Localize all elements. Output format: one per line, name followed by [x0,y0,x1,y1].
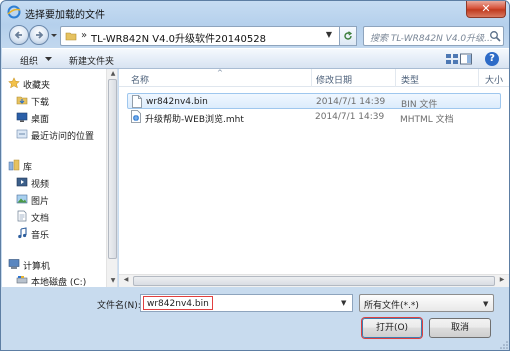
recent-locations-dropdown-icon[interactable] [50,31,58,39]
column-headers: ^ 名称 修改日期 类型 大小 [119,69,509,87]
title-bar[interactable]: 选择要加载的文件 ✕ [1,1,509,23]
refresh-icon [344,31,353,40]
filetype-value: 所有文件(*.*) [364,301,419,311]
column-header-date[interactable]: 修改日期 [316,73,352,86]
cancel-button[interactable]: 取消 [429,318,491,338]
music-icon [18,227,27,239]
breadcrumb-separator[interactable]: » [81,30,87,41]
close-button[interactable]: ✕ [466,1,506,18]
file-name: 升级帮助-WEB浏览.mht [145,115,244,125]
filename-input[interactable]: wr842nv4.bin ▼ [140,294,353,312]
nav-item-downloads[interactable]: 下载 [2,92,106,108]
recent-places-icon [16,129,28,139]
back-button[interactable] [9,25,29,45]
filename-label: 文件名(N): [97,301,141,311]
file-date: 2014/7/1 14:39 [316,97,386,107]
pictures-icon [16,194,28,204]
close-icon: ✕ [481,2,491,15]
nav-label: 收藏夹 [23,81,51,91]
nav-label: 计算机 [23,262,51,272]
column-header-type[interactable]: 类型 [401,73,419,86]
file-date: 2014/7/1 14:39 [315,112,385,122]
forward-button[interactable] [29,25,49,45]
command-toolbar: 组织 新建文件夹 ? [2,48,509,69]
nav-item-music[interactable]: 音乐 [2,225,106,241]
ie-icon [7,5,21,19]
filename-dropdown-icon[interactable]: ▼ [341,299,346,307]
column-divider[interactable] [395,69,396,87]
open-button[interactable]: 打开(O) [362,318,422,338]
nav-item-computer[interactable]: 计算机 [2,256,106,272]
scrollbar-thumb[interactable] [108,79,117,259]
navigation-pane: 收藏夹 下载 桌面 最近访问的位置 库 视频 图片 文档 音乐 计算机 本地磁盘… [2,69,118,287]
column-header-name[interactable]: 名称 [131,73,149,86]
nav-item-favorites[interactable]: 收藏夹 [2,75,106,91]
preview-pane-icon[interactable] [459,52,473,66]
search-icon[interactable] [489,30,501,42]
file-icon [132,95,142,108]
scroll-up-icon[interactable]: ▲ [109,70,117,78]
refresh-button[interactable] [339,26,357,46]
search-box[interactable]: 搜索 TL-WR842N V4.0升级... [363,26,504,46]
folder-icon [65,32,77,41]
filename-value[interactable]: wr842nv4.bin [143,296,213,310]
address-dropdown-icon[interactable]: ▼ [323,30,335,42]
nav-label: 视频 [31,180,50,190]
nav-item-videos[interactable]: 视频 [2,174,106,190]
nav-item-documents[interactable]: 文档 [2,208,106,224]
desktop-icon [16,112,28,122]
nav-item-pictures[interactable]: 图片 [2,191,106,207]
scroll-right-icon[interactable]: ▶ [497,276,507,286]
file-row[interactable]: wr842nv4.bin 2014/7/1 14:39 BIN 文件 [127,93,501,110]
help-glyph: ? [489,53,495,64]
download-folder-icon [16,96,28,105]
breadcrumb-current-folder[interactable]: TL-WR842N V4.0升级软件20140528 [91,30,266,45]
file-name: wr842nv4.bin [146,97,208,107]
new-folder-button[interactable]: 新建文件夹 [69,54,114,67]
chevron-down-icon[interactable] [45,57,52,62]
navpane-scrollbar[interactable]: ▲ ▼ [106,69,117,287]
nav-label: 最近访问的位置 [31,132,95,142]
arrow-left-icon [14,31,22,39]
search-placeholder[interactable]: 搜索 TL-WR842N V4.0升级... [370,31,493,44]
nav-item-recent-places[interactable]: 最近访问的位置 [2,126,106,142]
nav-label: 文档 [31,214,50,224]
file-type: MHTML 文档 [400,115,454,125]
chevron-down-icon[interactable]: ▼ [483,300,488,308]
nav-item-local-disk-c[interactable]: 本地磁盘 (C:) [2,272,106,287]
column-header-size[interactable]: 大小 [485,73,503,86]
resize-grip-icon[interactable] [499,340,509,350]
help-icon[interactable]: ? [485,52,499,66]
nav-label: 桌面 [31,115,50,125]
library-icon [8,159,20,171]
drive-icon [16,276,28,284]
video-icon [16,177,28,187]
sort-indicator-icon: ^ [217,69,223,77]
column-divider[interactable] [311,69,312,87]
organize-menu[interactable]: 组织 [20,54,38,67]
address-bar[interactable]: » TL-WR842N V4.0升级软件20140528 ▼ [60,26,356,46]
mhtml-document-icon [131,110,141,123]
file-list: ^ 名称 修改日期 类型 大小 wr842nv4.bin 2014/7/1 14… [119,69,509,287]
scrollbar-thumb[interactable] [133,276,495,286]
window-title: 选择要加载的文件 [25,10,105,21]
nav-item-libraries[interactable]: 库 [2,157,106,173]
scroll-left-icon[interactable]: ◀ [121,276,131,286]
column-divider[interactable] [478,69,479,87]
nav-label: 下载 [31,98,50,108]
file-row[interactable]: 升级帮助-WEB浏览.mht 2014/7/1 14:39 MHTML 文档 [127,109,501,125]
nav-label: 本地磁盘 (C:) [31,278,87,287]
arrow-right-icon [36,31,44,39]
nav-item-desktop[interactable]: 桌面 [2,109,106,125]
filetype-select[interactable]: 所有文件(*.*) ▼ [359,294,494,312]
nav-label: 音乐 [31,231,50,241]
computer-icon [8,259,20,269]
filelist-horizontal-scrollbar[interactable]: ◀ ▶ [119,274,509,287]
nav-label: 库 [23,163,33,173]
star-icon [8,77,20,89]
nav-label: 图片 [31,197,50,207]
documents-icon [17,210,27,222]
file-open-dialog: 选择要加载的文件 ✕ » TL-WR842N V4.0升级软件20140528 … [0,0,510,351]
scroll-down-icon[interactable]: ▼ [109,277,117,285]
